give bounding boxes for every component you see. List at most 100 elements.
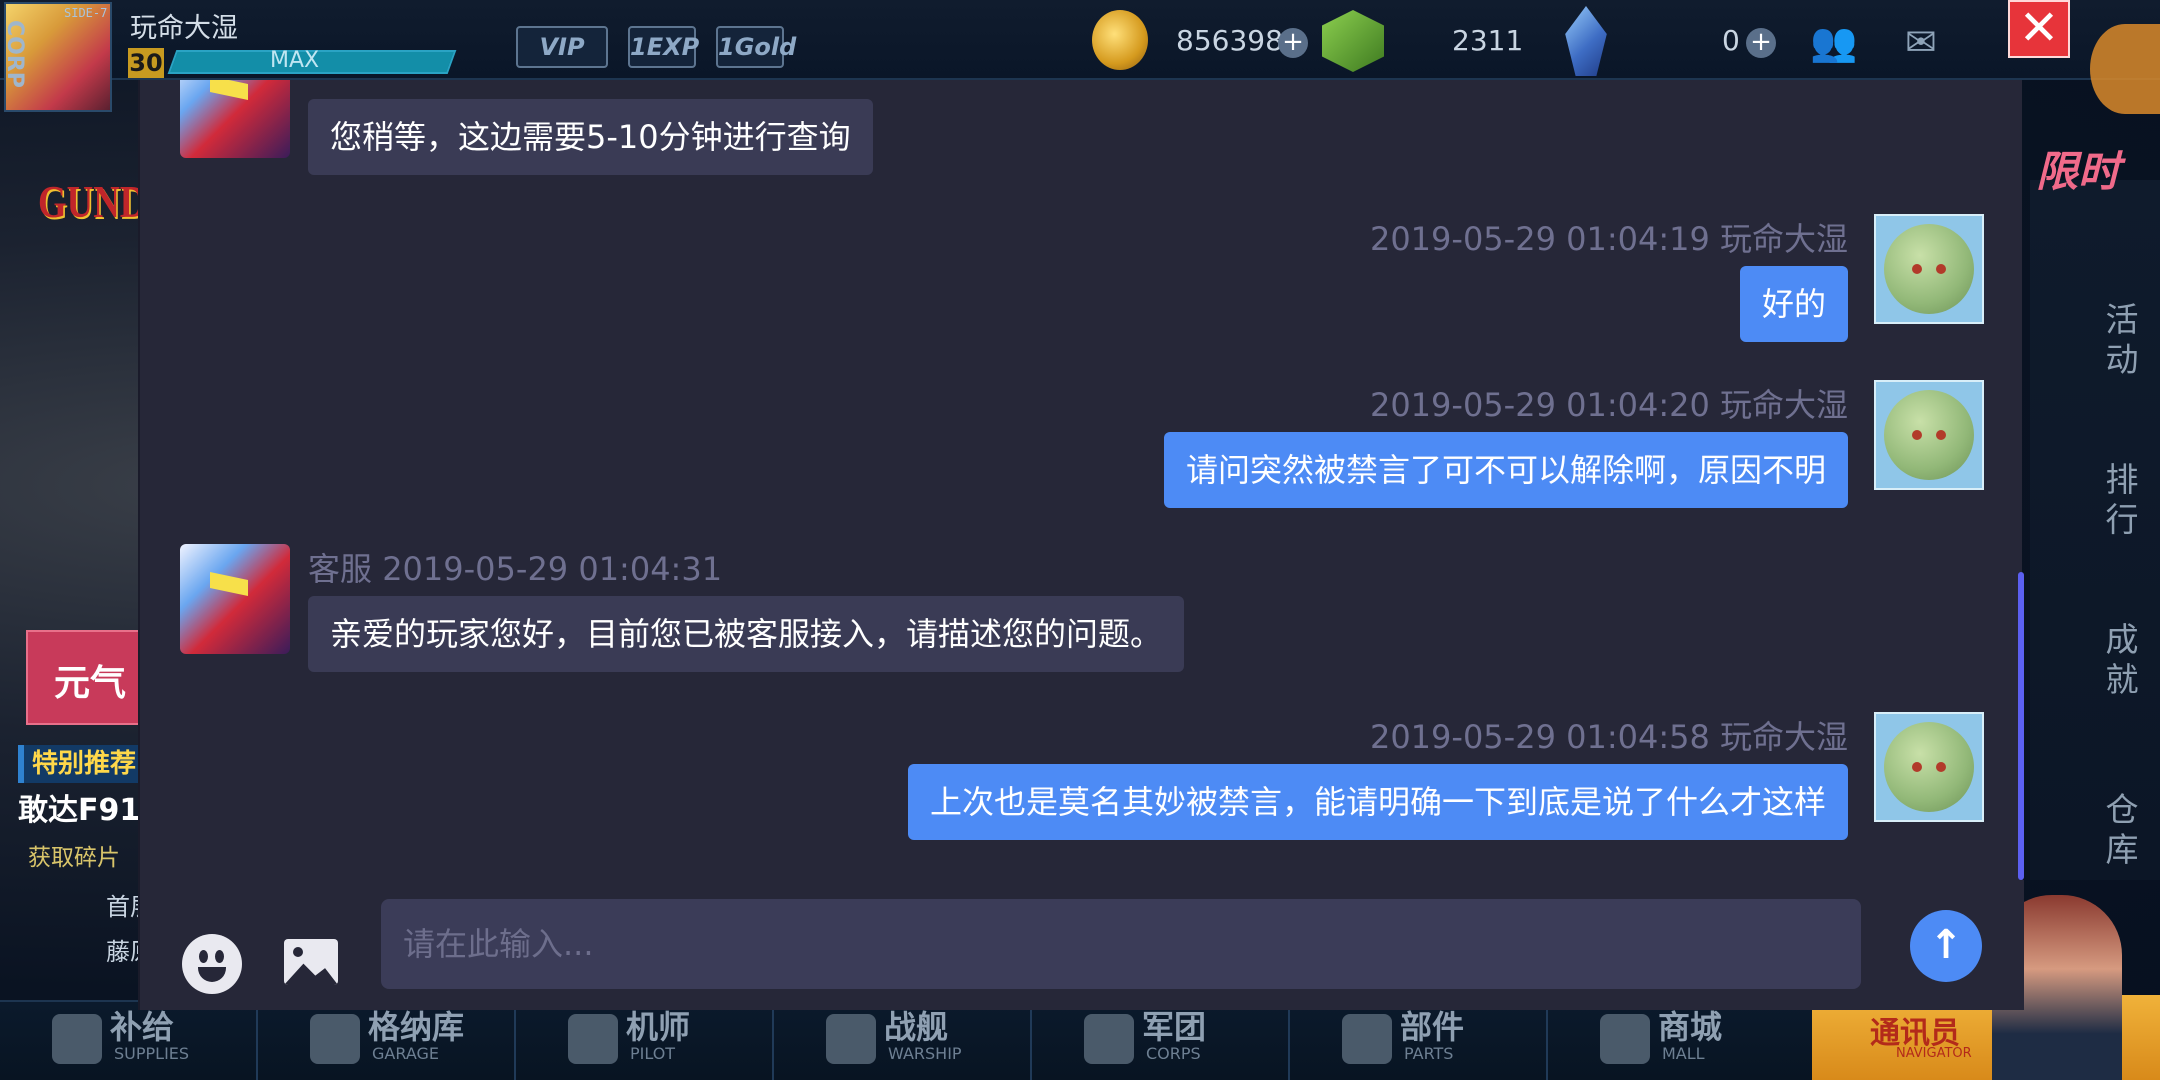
add-coins-button[interactable]: + — [1278, 28, 1308, 58]
haro-avatar-icon — [1884, 224, 1974, 314]
exp-boost-badge[interactable]: 1EXP — [628, 26, 699, 68]
message-time: 2019-05-29 01:04:31 — [382, 550, 723, 588]
garage-icon — [310, 1014, 360, 1064]
player-level: 30 — [128, 48, 164, 78]
cs-avatar-visor — [210, 571, 248, 597]
chat-input-bar: ↑ — [140, 880, 2024, 1010]
parts-icon — [1342, 1014, 1392, 1064]
mail-icon[interactable]: ✉ — [1905, 20, 1937, 64]
message-bubble: 亲爱的玩家您好，目前您已被客服接入，请描述您的问题。 — [308, 596, 1185, 672]
right-menu-warehouse[interactable]: 仓库 — [2102, 790, 2142, 870]
side-menu-item[interactable]: 藤原 — [40, 930, 154, 975]
crystal-icon — [1565, 6, 1607, 76]
left-side-menu: 首展 藤原 — [40, 885, 154, 975]
exp-label: MAX — [270, 48, 320, 73]
nav-pilot[interactable]: 机师 PILOT — [516, 1002, 774, 1080]
message-bubble: 上次也是莫名其妙被禁言，能请明确一下到底是说了什么才这样 — [907, 764, 1848, 840]
message-time: 2019-05-29 01:04:20 — [1369, 386, 1710, 424]
chat-dialog: 您稍等，这边需要5-10分钟进行查询 2019-05-29 01:04:19 玩… — [138, 80, 2024, 1010]
emoji-icon-eye — [199, 950, 208, 963]
right-menu-ranking[interactable]: 排行 — [2102, 460, 2142, 540]
user-avatar — [1874, 380, 1984, 490]
nav-sublabel: PILOT — [630, 1044, 676, 1063]
message-meta: 客服 2019-05-29 01:04:31 — [308, 544, 722, 590]
message-time: 2019-05-29 01:04:58 — [1369, 718, 1710, 756]
limited-event-label[interactable]: 限时 — [2036, 138, 2120, 199]
nav-mall[interactable]: 商城 MALL — [1548, 1002, 1812, 1080]
emoji-button[interactable] — [182, 934, 242, 994]
corps-icon — [1084, 1014, 1134, 1064]
avatar-eye — [1936, 430, 1946, 440]
avatar-eye — [1936, 264, 1946, 274]
right-menu-activity[interactable]: 活动 — [2102, 300, 2142, 380]
crystal-count: 0 — [1722, 24, 1740, 57]
chat-input[interactable] — [381, 899, 1861, 989]
promo-unit-name: 敢达F91 — [18, 793, 141, 828]
close-button[interactable]: ✕ — [2008, 0, 2070, 58]
scrollbar[interactable] — [2018, 572, 2024, 880]
nav-supplies[interactable]: 补给 SUPPLIES — [0, 1002, 258, 1080]
haro-avatar-icon — [1884, 390, 1974, 480]
friends-icon[interactable]: 👥 — [1810, 20, 1857, 65]
nav-parts[interactable]: 部件 PARTS — [1290, 1002, 1548, 1080]
mall-icon — [1600, 1014, 1650, 1064]
side-tag: SIDE-7 — [64, 6, 108, 20]
message-sender: 玩命大湿 — [1719, 718, 1848, 756]
add-crystals-button[interactable]: + — [1746, 28, 1776, 58]
cs-avatar-visor — [210, 80, 248, 101]
avatar-eye — [1912, 430, 1922, 440]
gem-count: 2311 — [1452, 24, 1524, 57]
warship-icon — [826, 1014, 876, 1064]
emoji-icon-mouth — [198, 967, 226, 982]
nav-sublabel: MALL — [1662, 1044, 1705, 1063]
nav-warship[interactable]: 战舰 WARSHIP — [774, 1002, 1032, 1080]
image-upload-button[interactable] — [284, 939, 338, 985]
message-sender: 玩命大湿 — [1719, 386, 1848, 424]
gem-icon — [1322, 10, 1384, 72]
top-hud: SIDE-7 CORP 玩命大湿 30 MAX VIP 1EXP 1Gold 8… — [0, 0, 2160, 112]
avatar-eye — [1912, 264, 1922, 274]
message-meta: 2019-05-29 01:04:58 玩命大湿 — [1370, 712, 1848, 758]
message-time: 2019-05-29 01:04:19 — [1369, 220, 1710, 258]
nav-sublabel: PARTS — [1404, 1044, 1454, 1063]
message-meta: 2019-05-29 01:04:20 玩命大湿 — [1370, 380, 1848, 426]
coin-icon — [1092, 10, 1148, 70]
right-menu-achievements[interactable]: 成就 — [2102, 620, 2142, 700]
pilot-icon — [568, 1014, 618, 1064]
emoji-icon-eye — [215, 950, 224, 963]
message-sender: 客服 — [308, 550, 373, 588]
coin-count: 856398 — [1176, 24, 1283, 57]
corp-tag: CORP — [2, 20, 27, 88]
send-button[interactable]: ↑ — [1910, 910, 1982, 982]
message-list[interactable]: 您稍等，这边需要5-10分钟进行查询 2019-05-29 01:04:19 玩… — [140, 80, 2024, 880]
nav-garage[interactable]: 格纳库 GARAGE — [258, 1002, 516, 1080]
nav-sublabel: GARAGE — [372, 1044, 439, 1063]
nav-sublabel: CORPS — [1146, 1044, 1201, 1063]
avatar-eye — [1912, 762, 1922, 772]
image-icon-sun — [293, 947, 303, 957]
image-icon-mountain — [284, 963, 338, 985]
message-bubble: 请问突然被禁言了可不可以解除啊，原因不明 — [1163, 432, 1848, 508]
nav-corps[interactable]: 军团 CORPS — [1032, 1002, 1290, 1080]
promo-tag: 特别推荐 — [18, 745, 145, 783]
promo-get-shards[interactable]: 获取碎片 — [28, 838, 120, 872]
gold-boost-badge[interactable]: 1Gold — [716, 26, 796, 68]
message-sender: 玩命大湿 — [1719, 220, 1848, 258]
side-menu-item[interactable]: 首展 — [40, 885, 154, 930]
player-name: 玩命大湿 — [130, 13, 238, 44]
navigator-sublabel: NAVIGATOR — [1896, 1046, 1972, 1061]
user-avatar — [1874, 712, 1984, 822]
nav-sublabel: SUPPLIES — [114, 1044, 190, 1063]
signal-indicator — [2090, 24, 2160, 114]
cs-avatar — [180, 544, 290, 654]
supplies-icon — [52, 1014, 102, 1064]
nav-sublabel: WARSHIP — [888, 1044, 962, 1063]
message-bubble: 好的 — [1739, 266, 1848, 342]
message-bubble: 您稍等，这边需要5-10分钟进行查询 — [308, 99, 873, 175]
message-meta: 2019-05-29 01:04:19 玩命大湿 — [1370, 214, 1848, 260]
cs-avatar — [180, 80, 290, 158]
haro-avatar-icon — [1884, 722, 1974, 812]
vip-badge[interactable]: VIP — [516, 26, 608, 68]
bottom-nav: 补给 SUPPLIES 格纳库 GARAGE 机师 PILOT 战舰 WARSH… — [0, 1000, 1812, 1080]
user-avatar — [1874, 214, 1984, 324]
